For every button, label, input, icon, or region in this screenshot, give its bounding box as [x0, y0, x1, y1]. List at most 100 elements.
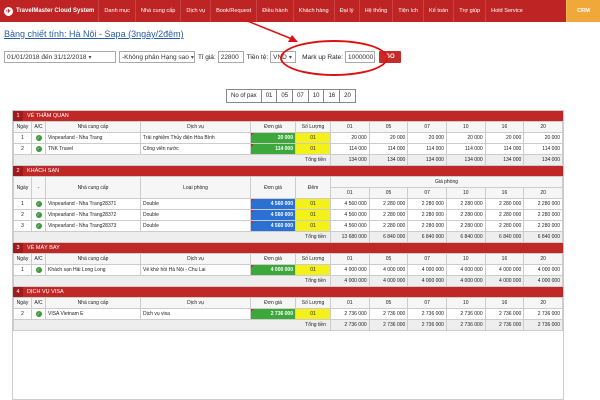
col-header: 20 [523, 297, 563, 309]
nav-item-nha-cung-cap[interactable]: Nhà cung cấp [134, 0, 181, 22]
nav-item-dich-vu[interactable]: Dịch vụ [180, 0, 210, 22]
section-header[interactable]: 2 KHÁCH SẠN [13, 166, 563, 176]
section-header[interactable]: 3 VÉ MÁY BAY [13, 243, 563, 253]
date-range-select[interactable]: 01/01/2018 đến 31/12/2018 [4, 51, 116, 63]
unit-price-input[interactable]: 4 560 000 [250, 209, 296, 221]
pax-option[interactable]: 16 [323, 90, 339, 102]
total-cell: 4 000 000 [523, 275, 563, 287]
quantity-input[interactable]: 01 [295, 308, 331, 320]
tien-te-label: Tiền tệ: [246, 53, 269, 61]
section-header[interactable]: 1 VÉ THĂM QUAN [13, 111, 563, 121]
brand[interactable]: ✈ TravelMaster Cloud System [0, 0, 98, 22]
unit-price-input[interactable]: 4 560 000 [250, 220, 296, 232]
total-cell: 6 840 000 [368, 231, 409, 243]
unit-price-input[interactable]: 4 000 000 [250, 264, 296, 276]
section-number: 4 [13, 287, 23, 297]
unit-price-input[interactable]: 114 000 [250, 143, 296, 155]
pax-value-cell: 2 736 000 [368, 308, 409, 320]
pax-value-cell: 2 280 000 [523, 198, 563, 210]
pax-value-cell: 20 000 [484, 132, 525, 144]
section-header[interactable]: 4 DỊCH VỤ VISA [13, 287, 563, 297]
day-cell: 2 [13, 143, 32, 155]
ac-cell[interactable]: ✓ [31, 198, 46, 210]
ac-cell[interactable]: ✓ [31, 143, 46, 155]
pax-option[interactable]: 20 [339, 90, 355, 102]
quantity-input[interactable]: 01 [295, 264, 331, 276]
unit-price-input[interactable]: 4 560 000 [250, 198, 296, 210]
nav-item-ke-toan[interactable]: Kế toán [422, 0, 453, 22]
col-header: 05 [368, 187, 409, 199]
hang-sao-select[interactable]: -Không phân Hạng sao [119, 51, 195, 63]
pax-value-cell: 114 000 [368, 143, 409, 155]
check-circle-icon[interactable]: ✓ [35, 223, 42, 229]
table-row: 2 ✓ TNK Travel Công viên nước 114 000 01… [13, 143, 563, 155]
check-circle-icon[interactable]: ✓ [35, 311, 42, 317]
nights-input[interactable]: 01 [295, 220, 331, 232]
check-circle-icon[interactable]: ✓ [35, 135, 42, 141]
quantity-input[interactable]: 01 [295, 143, 331, 155]
ac-cell[interactable]: ✓ [31, 132, 46, 144]
supplier-cell: Vinpearland - Nha Trang28371 [45, 198, 141, 210]
total-label: Tổng tiền [13, 319, 331, 331]
section-table: Ngày - Nhà cung cấp Loại phòng Đơn giá Đ… [13, 176, 563, 243]
quantity-input[interactable]: 01 [295, 132, 331, 144]
total-cell: 4 000 000 [445, 275, 486, 287]
table-row: 3 ✓ Vinpearland - Nha Trang28373 Double … [13, 220, 563, 232]
check-circle-icon[interactable]: ✓ [35, 212, 42, 218]
nav-item-crm[interactable]: CRM [566, 0, 600, 22]
table-header-row: Ngày A/C Nhà cung cấp Dịch vụ Đơn giá Số… [13, 253, 563, 265]
nights-input[interactable]: 01 [295, 209, 331, 221]
pax-value-cell: 114 000 [407, 143, 447, 155]
unit-price-input[interactable]: 2 736 000 [250, 308, 296, 320]
col-header: - [31, 176, 46, 199]
pax-option[interactable]: 01 [260, 90, 277, 102]
pax-value-cell: 2 280 000 [407, 209, 447, 221]
check-circle-icon[interactable]: ✓ [35, 267, 42, 273]
ac-cell[interactable]: ✓ [31, 308, 46, 320]
nav-item-tro-giup[interactable]: Trợ giúp [453, 0, 485, 22]
nav-item-tien-ich[interactable]: Tiện ích [392, 0, 423, 22]
col-header: Số Lượng [295, 297, 331, 309]
section-table: Ngày A/C Nhà cung cấp Dịch vụ Đơn giá Số… [13, 297, 563, 331]
hang-sao-value: -Không phân Hạng sao [122, 53, 189, 61]
service-cell: Công viên nước [140, 143, 251, 155]
total-row: Tổng tiền 134 000 134 000 134 000 134 00… [13, 154, 563, 166]
nights-input[interactable]: 01 [295, 198, 331, 210]
pax-value-cell: 2 280 000 [484, 209, 525, 221]
pax-value-cell: 4 000 000 [445, 264, 486, 276]
col-header: A/C [31, 253, 46, 265]
col-header: 01 [330, 297, 370, 309]
nav-item-danh-muc[interactable]: Danh mục [98, 0, 135, 22]
total-cell: 134 000 [368, 154, 409, 166]
ti-gia-input[interactable]: 22800 [217, 51, 244, 63]
pax-value-cell: 20 000 [330, 132, 370, 144]
pax-value-cell: 4 560 000 [330, 220, 370, 232]
nav-item-hold-service[interactable]: Hold Service [485, 0, 528, 22]
pax-option[interactable]: 05 [276, 90, 292, 102]
total-cell: 6 840 000 [523, 231, 563, 243]
pax-option[interactable]: 07 [292, 90, 308, 102]
supplier-cell: Khách sạn Hải Long Long [45, 264, 141, 276]
pax-value-cell: 2 736 000 [330, 308, 370, 320]
col-header: 07 [407, 297, 447, 309]
nav-item-he-thong[interactable]: Hệ thống [358, 0, 393, 22]
nav-item-dai-ly[interactable]: Đại lý [333, 0, 359, 22]
total-row: Tổng tiền 13 680 000 6 840 000 6 840 000… [13, 231, 563, 243]
ac-cell[interactable]: ✓ [31, 209, 46, 221]
brand-name: TravelMaster Cloud System [16, 8, 95, 14]
pax-option[interactable]: 10 [307, 90, 324, 102]
ac-cell[interactable]: ✓ [31, 264, 46, 276]
check-circle-icon[interactable]: ✓ [35, 146, 42, 152]
col-header: 10 [445, 121, 486, 133]
annotation-arrow [239, 17, 298, 42]
table-header-row: Ngày A/C Nhà cung cấp Dịch vụ Đơn giá Số… [13, 297, 563, 309]
pax-value-cell: 2 280 000 [368, 198, 409, 210]
ac-cell[interactable]: ✓ [31, 220, 46, 232]
room-type-cell: Double [140, 198, 251, 210]
check-circle-icon[interactable]: ✓ [35, 201, 42, 207]
unit-price-input[interactable]: 20 000 [250, 132, 296, 144]
col-header: 16 [484, 121, 525, 133]
pax-value-cell: 2 736 000 [484, 308, 525, 320]
section-title: VÉ THĂM QUAN [27, 113, 69, 119]
col-header: A/C [31, 297, 46, 309]
